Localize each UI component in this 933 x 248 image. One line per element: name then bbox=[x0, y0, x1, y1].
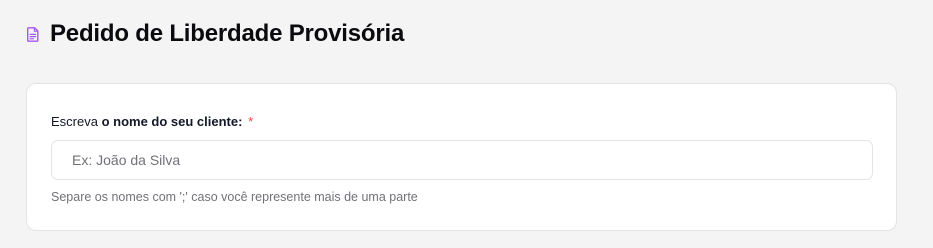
client-name-label: Escreva o nome do seu cliente: * bbox=[51, 113, 253, 131]
label-bold: o nome do seu cliente: bbox=[101, 114, 243, 129]
helper-text: Separe os nomes com ';' caso você repres… bbox=[51, 190, 418, 204]
client-name-input[interactable] bbox=[52, 141, 872, 179]
document-icon bbox=[26, 26, 40, 42]
form-card: Escreva o nome do seu cliente: * Separe … bbox=[26, 83, 897, 231]
label-prefix: Escreva bbox=[51, 114, 102, 129]
page-title: Pedido de Liberdade Provisória bbox=[50, 20, 405, 47]
page-header: Pedido de Liberdade Provisória bbox=[26, 18, 404, 50]
client-name-field[interactable] bbox=[51, 140, 873, 180]
page: Pedido de Liberdade Provisória Escreva o… bbox=[0, 0, 933, 248]
required-asterisk: * bbox=[248, 114, 254, 129]
